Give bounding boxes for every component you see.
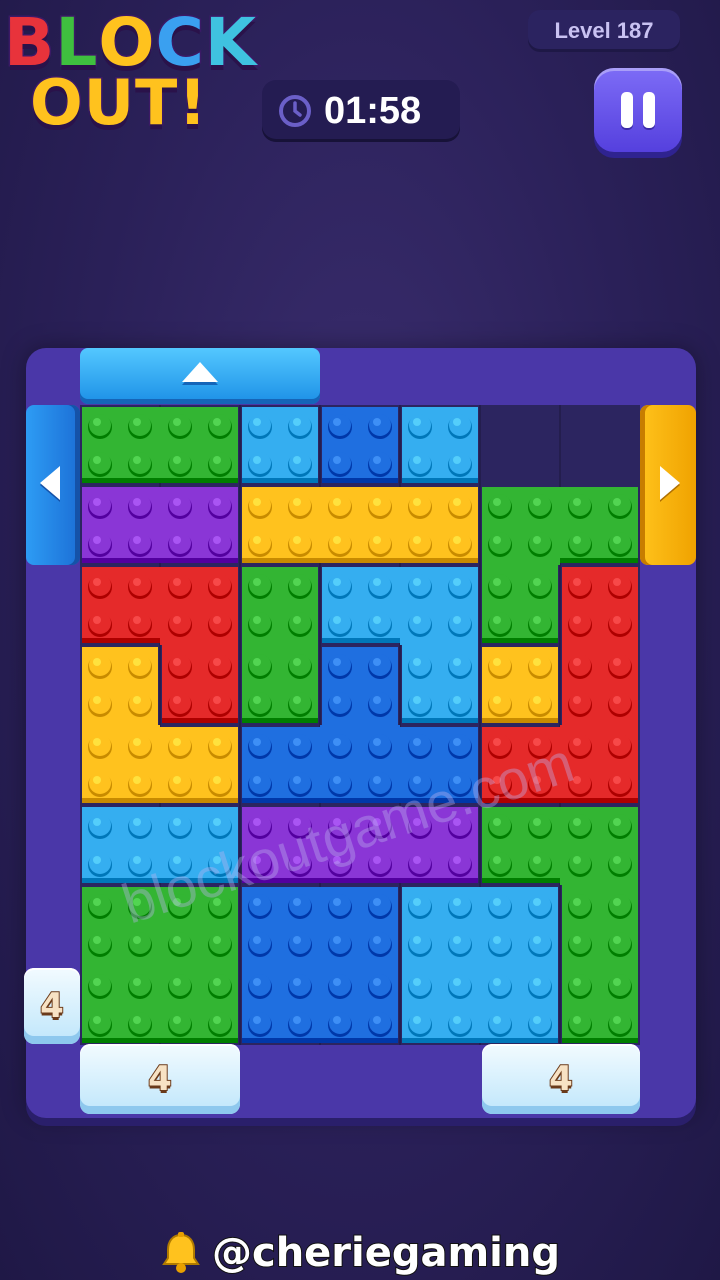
block-green-shape (82, 407, 238, 483)
block-purple[interactable] (80, 485, 240, 565)
frozen-gate-counter: 4 (147, 1058, 173, 1100)
game-logo: BLOCK OUT! (0, 0, 260, 150)
block-blue-shape (242, 887, 398, 1043)
block-green[interactable] (80, 885, 240, 1045)
block-blue-shape (322, 407, 398, 483)
block-purple-shape (242, 807, 478, 883)
block-blue-shape (242, 647, 478, 803)
block-cyan-shape (402, 407, 478, 483)
arrow-left-icon (40, 466, 60, 500)
block-green[interactable] (80, 405, 240, 485)
block-cyan[interactable] (80, 805, 240, 885)
logo-letter: K (203, 4, 258, 81)
frozen-gate-counter: 4 (39, 985, 65, 1027)
pause-icon (621, 92, 655, 128)
block-yellow-shape (242, 487, 478, 563)
block-cyan-shape (402, 887, 558, 1043)
block-yellow-shape (82, 647, 238, 803)
arrow-up-icon (182, 362, 218, 382)
level-indicator: Level 187 (528, 10, 680, 52)
frozen-gate-left: 4 (24, 968, 80, 1044)
frozen-gate-bottom-right: 4 (482, 1044, 640, 1114)
block-yellow[interactable] (480, 645, 560, 725)
block-purple-shape (82, 487, 238, 563)
arrow-right-icon (660, 466, 680, 500)
block-yellow-shape (482, 647, 558, 723)
block-cyan[interactable] (400, 405, 480, 485)
block-yellow[interactable] (240, 485, 480, 565)
pause-button[interactable] (594, 68, 682, 152)
timer: 01:58 (262, 80, 460, 142)
block-cyan-shape (242, 407, 318, 483)
block-blue[interactable] (240, 645, 480, 805)
block-blue[interactable] (320, 405, 400, 485)
block-cyan[interactable] (400, 885, 560, 1045)
creator-handle: @cheriegaming (211, 1229, 561, 1277)
bell-icon (162, 1232, 200, 1273)
frozen-gate-bottom-left: 4 (80, 1044, 240, 1114)
logo-word-out: OUT! (29, 66, 209, 139)
block-yellow[interactable] (80, 645, 240, 805)
block-cyan-shape (82, 807, 238, 883)
block-cyan[interactable] (240, 405, 320, 485)
block-green-shape (82, 887, 238, 1043)
creator-credit: @cheriegaming (0, 1226, 720, 1280)
block-purple[interactable] (240, 805, 480, 885)
clock-icon (279, 95, 311, 127)
block-blue[interactable] (240, 885, 400, 1045)
timer-value: 01:58 (324, 89, 422, 132)
frozen-gate-counter: 4 (548, 1058, 574, 1100)
